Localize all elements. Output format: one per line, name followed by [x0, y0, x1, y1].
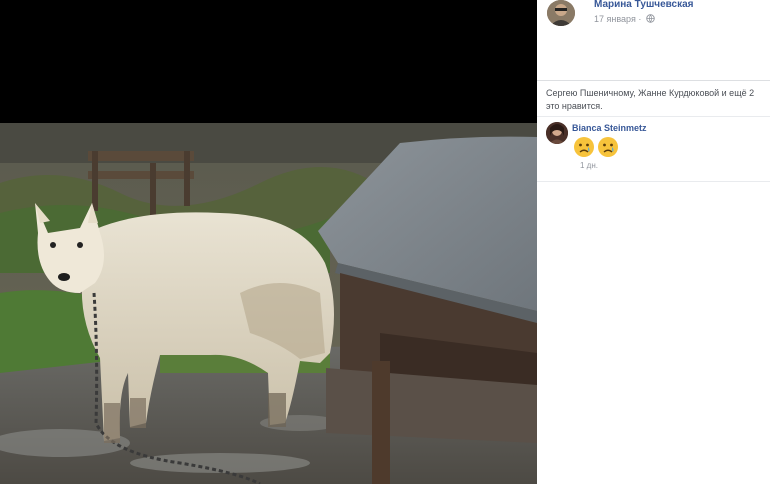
commenter-name[interactable]: Bianca Steinmetz [572, 123, 647, 133]
photo-viewer [0, 0, 537, 484]
comment-item: Bianca Steinmetz 1 дн. [546, 121, 770, 179]
post-header: Марина Тушчевская 17 января · [547, 0, 767, 30]
commenter-avatar[interactable] [546, 122, 568, 144]
white-husky-dog-photo [0, 123, 537, 484]
divider [537, 181, 770, 182]
likes-summary[interactable]: Сергею Пшеничному, Жанне Курдюковой и ещ… [546, 87, 770, 113]
meta-separator: · [638, 14, 642, 24]
post-meta: 17 января · [594, 14, 655, 25]
post-date[interactable]: 17 января [594, 14, 636, 24]
globe-icon [646, 14, 655, 25]
crying-face-emoji [598, 137, 618, 157]
divider [537, 80, 770, 81]
post-photo[interactable] [0, 123, 537, 484]
divider [537, 116, 770, 117]
comment-emoji-content [573, 136, 621, 160]
comment-timestamp[interactable]: 1 дн. [580, 161, 598, 170]
post-side-panel: Марина Тушчевская 17 января · Сергею Пше… [537, 0, 770, 484]
crying-face-emoji [574, 137, 594, 157]
post-author-name[interactable]: Марина Тушчевская [594, 0, 694, 10]
author-avatar[interactable] [547, 0, 575, 26]
